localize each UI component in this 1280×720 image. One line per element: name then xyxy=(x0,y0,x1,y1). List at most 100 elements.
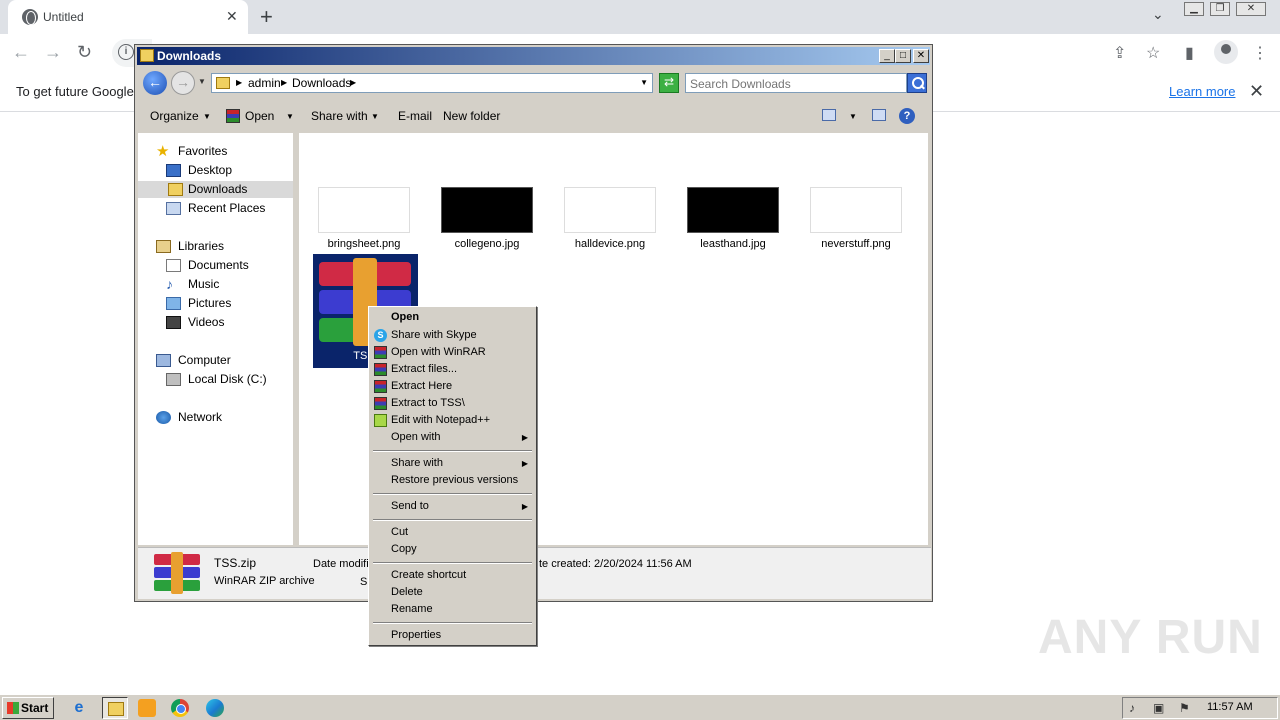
organize-button[interactable]: Organize xyxy=(150,109,199,123)
forward-arrow-icon[interactable]: → xyxy=(44,42,62,63)
menu-item-open[interactable]: Open xyxy=(371,309,534,326)
restore-window-button[interactable]: ❐ xyxy=(1210,2,1230,16)
chrome-icon[interactable] xyxy=(171,699,189,717)
internet-explorer-icon[interactable]: e xyxy=(70,699,88,717)
profile-icon[interactable] xyxy=(1214,40,1238,64)
menu-item-edit-with-notepadpp[interactable]: Edit with Notepad++ xyxy=(371,412,534,429)
infobar-close-icon[interactable]: ✕ xyxy=(1249,81,1264,102)
change-view-icon[interactable] xyxy=(822,109,836,121)
star-icon[interactable]: ☆ xyxy=(1146,43,1160,63)
file-name[interactable]: halldevice.png xyxy=(555,238,665,250)
nav-item-label: Network xyxy=(178,410,223,424)
explorer-maximize-button[interactable]: □ xyxy=(895,49,911,63)
navigation-pane: ★ Favorites Desktop Downloads Recent Pla… xyxy=(138,133,296,545)
libraries-icon xyxy=(156,240,171,253)
breadcrumb-downloads[interactable]: Downloads xyxy=(292,76,351,90)
menu-item-copy[interactable]: Copy xyxy=(371,541,534,558)
menu-item-label: Share with Skype xyxy=(391,329,477,341)
search-icon[interactable] xyxy=(907,73,927,93)
file-name[interactable]: leasthand.jpg xyxy=(678,238,788,250)
refresh-icon[interactable]: ⇄ xyxy=(659,73,679,93)
menu-item-delete[interactable]: Delete xyxy=(371,584,534,601)
forward-button[interactable]: → xyxy=(171,71,195,95)
back-button[interactable]: ← xyxy=(143,71,167,95)
menu-item-send-to[interactable]: Send to ▶ xyxy=(371,498,534,515)
nav-item-label: Favorites xyxy=(178,144,228,158)
menu-item-open-with[interactable]: Open with ▶ xyxy=(371,429,534,446)
reload-icon[interactable]: ↻ xyxy=(77,42,92,63)
open-button[interactable]: Open xyxy=(245,109,274,123)
share-with-button[interactable]: Share with xyxy=(311,109,368,123)
menu-item-extract-here[interactable]: Extract Here xyxy=(371,378,534,395)
file-thumbnail[interactable] xyxy=(441,187,533,233)
nav-downloads[interactable]: Downloads xyxy=(138,181,293,198)
menu-item-open-with-winrar[interactable]: Open with WinRAR xyxy=(371,344,534,361)
new-tab-button[interactable]: + xyxy=(260,4,273,30)
explorer-address-bar[interactable]: ▶ admin ▶ Downloads ▶ ▼ xyxy=(211,73,653,93)
info-icon[interactable]: i xyxy=(118,44,134,60)
learn-more-link[interactable]: Learn more xyxy=(1169,84,1235,99)
file-name[interactable]: neverstuff.png xyxy=(801,238,911,250)
file-thumbnail[interactable] xyxy=(810,187,902,233)
taskbar-clock[interactable]: 11:57 AM xyxy=(1207,701,1253,713)
search-box[interactable] xyxy=(685,73,907,93)
breadcrumb-separator-icon[interactable]: ▶ xyxy=(281,78,287,87)
kebab-menu-icon[interactable]: ⋮ xyxy=(1252,43,1268,63)
menu-item-extract-files[interactable]: Extract files... xyxy=(371,361,534,378)
side-panel-icon[interactable]: ▮ xyxy=(1185,43,1194,63)
nav-item-label: Libraries xyxy=(178,239,225,253)
explorer-close-button[interactable]: ✕ xyxy=(913,49,929,63)
browser-tab[interactable]: Untitled ✕ xyxy=(8,0,248,34)
menu-item-extract-to[interactable]: Extract to TSS\ xyxy=(371,395,534,412)
tab-close-icon[interactable]: ✕ xyxy=(226,8,238,25)
file-thumbnail[interactable] xyxy=(687,187,779,233)
menu-item-create-shortcut[interactable]: Create shortcut xyxy=(371,567,534,584)
file-name[interactable]: collegeno.jpg xyxy=(432,238,542,250)
share-with-dropdown-icon[interactable]: ▼ xyxy=(371,112,379,121)
action-center-flag-icon[interactable]: ⚑ xyxy=(1179,702,1193,715)
documents-icon xyxy=(166,259,181,272)
explorer-minimize-button[interactable]: _ xyxy=(879,49,895,63)
menu-separator xyxy=(373,622,532,624)
menu-item-label: Rename xyxy=(391,603,433,615)
menu-item-label: Delete xyxy=(391,586,423,598)
menu-item-share-with[interactable]: Share with ▶ xyxy=(371,455,534,472)
view-dropdown-icon[interactable]: ▼ xyxy=(849,112,857,121)
start-button[interactable]: Start xyxy=(2,697,54,719)
organize-dropdown-icon[interactable]: ▼ xyxy=(203,112,211,121)
email-button[interactable]: E-mail xyxy=(398,109,432,123)
menu-item-rename[interactable]: Rename xyxy=(371,601,534,618)
history-dropdown-icon[interactable]: ▼ xyxy=(198,77,206,86)
infobar-message: To get future Google xyxy=(16,84,134,99)
preview-pane-icon[interactable] xyxy=(872,109,886,121)
address-dropdown-icon[interactable]: ▼ xyxy=(640,78,648,87)
help-icon[interactable]: ? xyxy=(899,108,915,124)
edge-icon[interactable] xyxy=(206,699,224,717)
file-thumbnail[interactable] xyxy=(318,187,410,233)
network-tray-icon[interactable]: ▣ xyxy=(1153,702,1167,715)
new-folder-button[interactable]: New folder xyxy=(443,109,500,123)
menu-item-cut[interactable]: Cut xyxy=(371,524,534,541)
downloads-folder-icon xyxy=(168,183,183,196)
windows-explorer-taskbar-icon[interactable] xyxy=(102,697,128,719)
search-input[interactable] xyxy=(690,75,900,92)
breadcrumb-separator-icon[interactable]: ▶ xyxy=(236,78,242,87)
menu-item-properties[interactable]: Properties xyxy=(371,627,534,644)
close-window-button[interactable]: ✕ xyxy=(1236,2,1266,16)
minimize-window-button[interactable]: ▁ xyxy=(1184,2,1204,16)
menu-item-share-with-skype[interactable]: S Share with Skype xyxy=(371,327,534,344)
recent-places-icon xyxy=(166,202,181,215)
tab-search-chevron-icon[interactable]: ⌄ xyxy=(1152,6,1164,23)
back-arrow-icon[interactable]: ← xyxy=(12,42,30,63)
file-name[interactable]: bringsheet.png xyxy=(309,238,419,250)
explorer-titlebar[interactable]: Downloads _ □ ✕ xyxy=(137,47,930,65)
breadcrumb-separator-icon[interactable]: ▶ xyxy=(350,78,356,87)
share-icon[interactable]: ⇪ xyxy=(1113,43,1126,63)
menu-item-restore-previous-versions[interactable]: Restore previous versions xyxy=(371,472,534,489)
file-thumbnail[interactable] xyxy=(564,187,656,233)
open-dropdown-icon[interactable]: ▼ xyxy=(286,112,294,121)
media-player-icon[interactable] xyxy=(138,699,156,717)
volume-icon[interactable]: ♪ xyxy=(1129,702,1143,715)
skype-icon: S xyxy=(374,329,387,342)
breadcrumb-admin[interactable]: admin xyxy=(248,76,281,90)
